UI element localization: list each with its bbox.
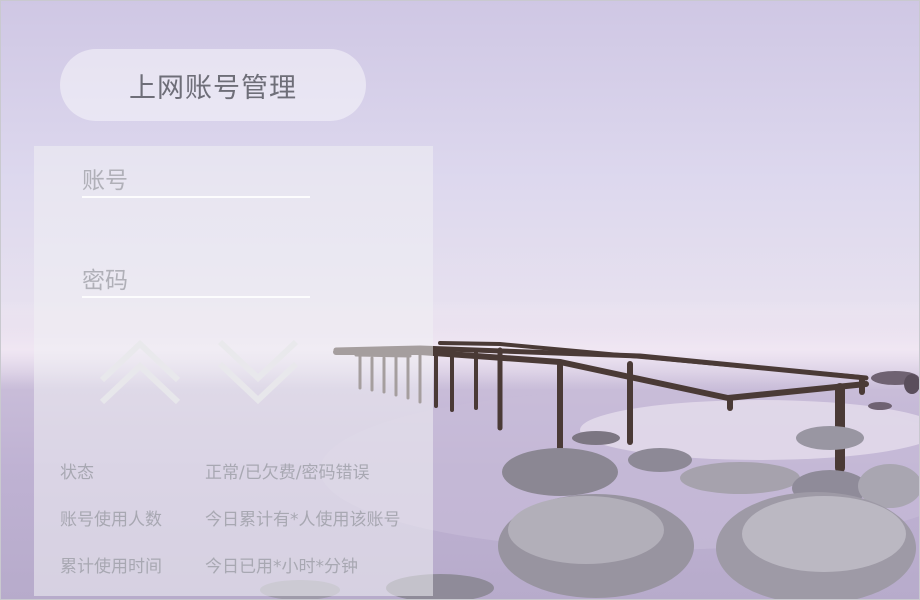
title-pill: 上网账号管理 [60, 49, 366, 121]
page-title: 上网账号管理 [129, 72, 297, 104]
user-count-value: 今日累计有*人使用该账号 [205, 510, 401, 530]
usage-time-value: 今日已用*小时*分钟 [205, 557, 358, 577]
account-input[interactable] [82, 168, 310, 194]
account-panel: 状态 正常/已欠费/密码错误 账号使用人数 今日累计有*人使用该账号 累计使用时… [34, 146, 433, 596]
password-input[interactable] [82, 268, 310, 294]
password-field [82, 246, 310, 298]
user-count-row: 账号使用人数 今日累计有*人使用该账号 [60, 505, 401, 530]
status-value: 正常/已欠费/密码错误 [205, 463, 370, 483]
user-count-label: 账号使用人数 [60, 510, 162, 530]
status-row: 状态 正常/已欠费/密码错误 [60, 458, 369, 483]
account-field [82, 146, 310, 198]
usage-time-label: 累计使用时间 [60, 557, 162, 577]
chevron-up-icon[interactable] [98, 336, 182, 408]
chevron-down-icon[interactable] [216, 336, 300, 408]
status-label: 状态 [60, 463, 94, 483]
background-scene: 上网账号管理 状态 正常/已欠费/密码错误 账号使用人数 今日累计有 [0, 0, 920, 600]
usage-time-row: 累计使用时间 今日已用*小时*分钟 [60, 552, 358, 577]
